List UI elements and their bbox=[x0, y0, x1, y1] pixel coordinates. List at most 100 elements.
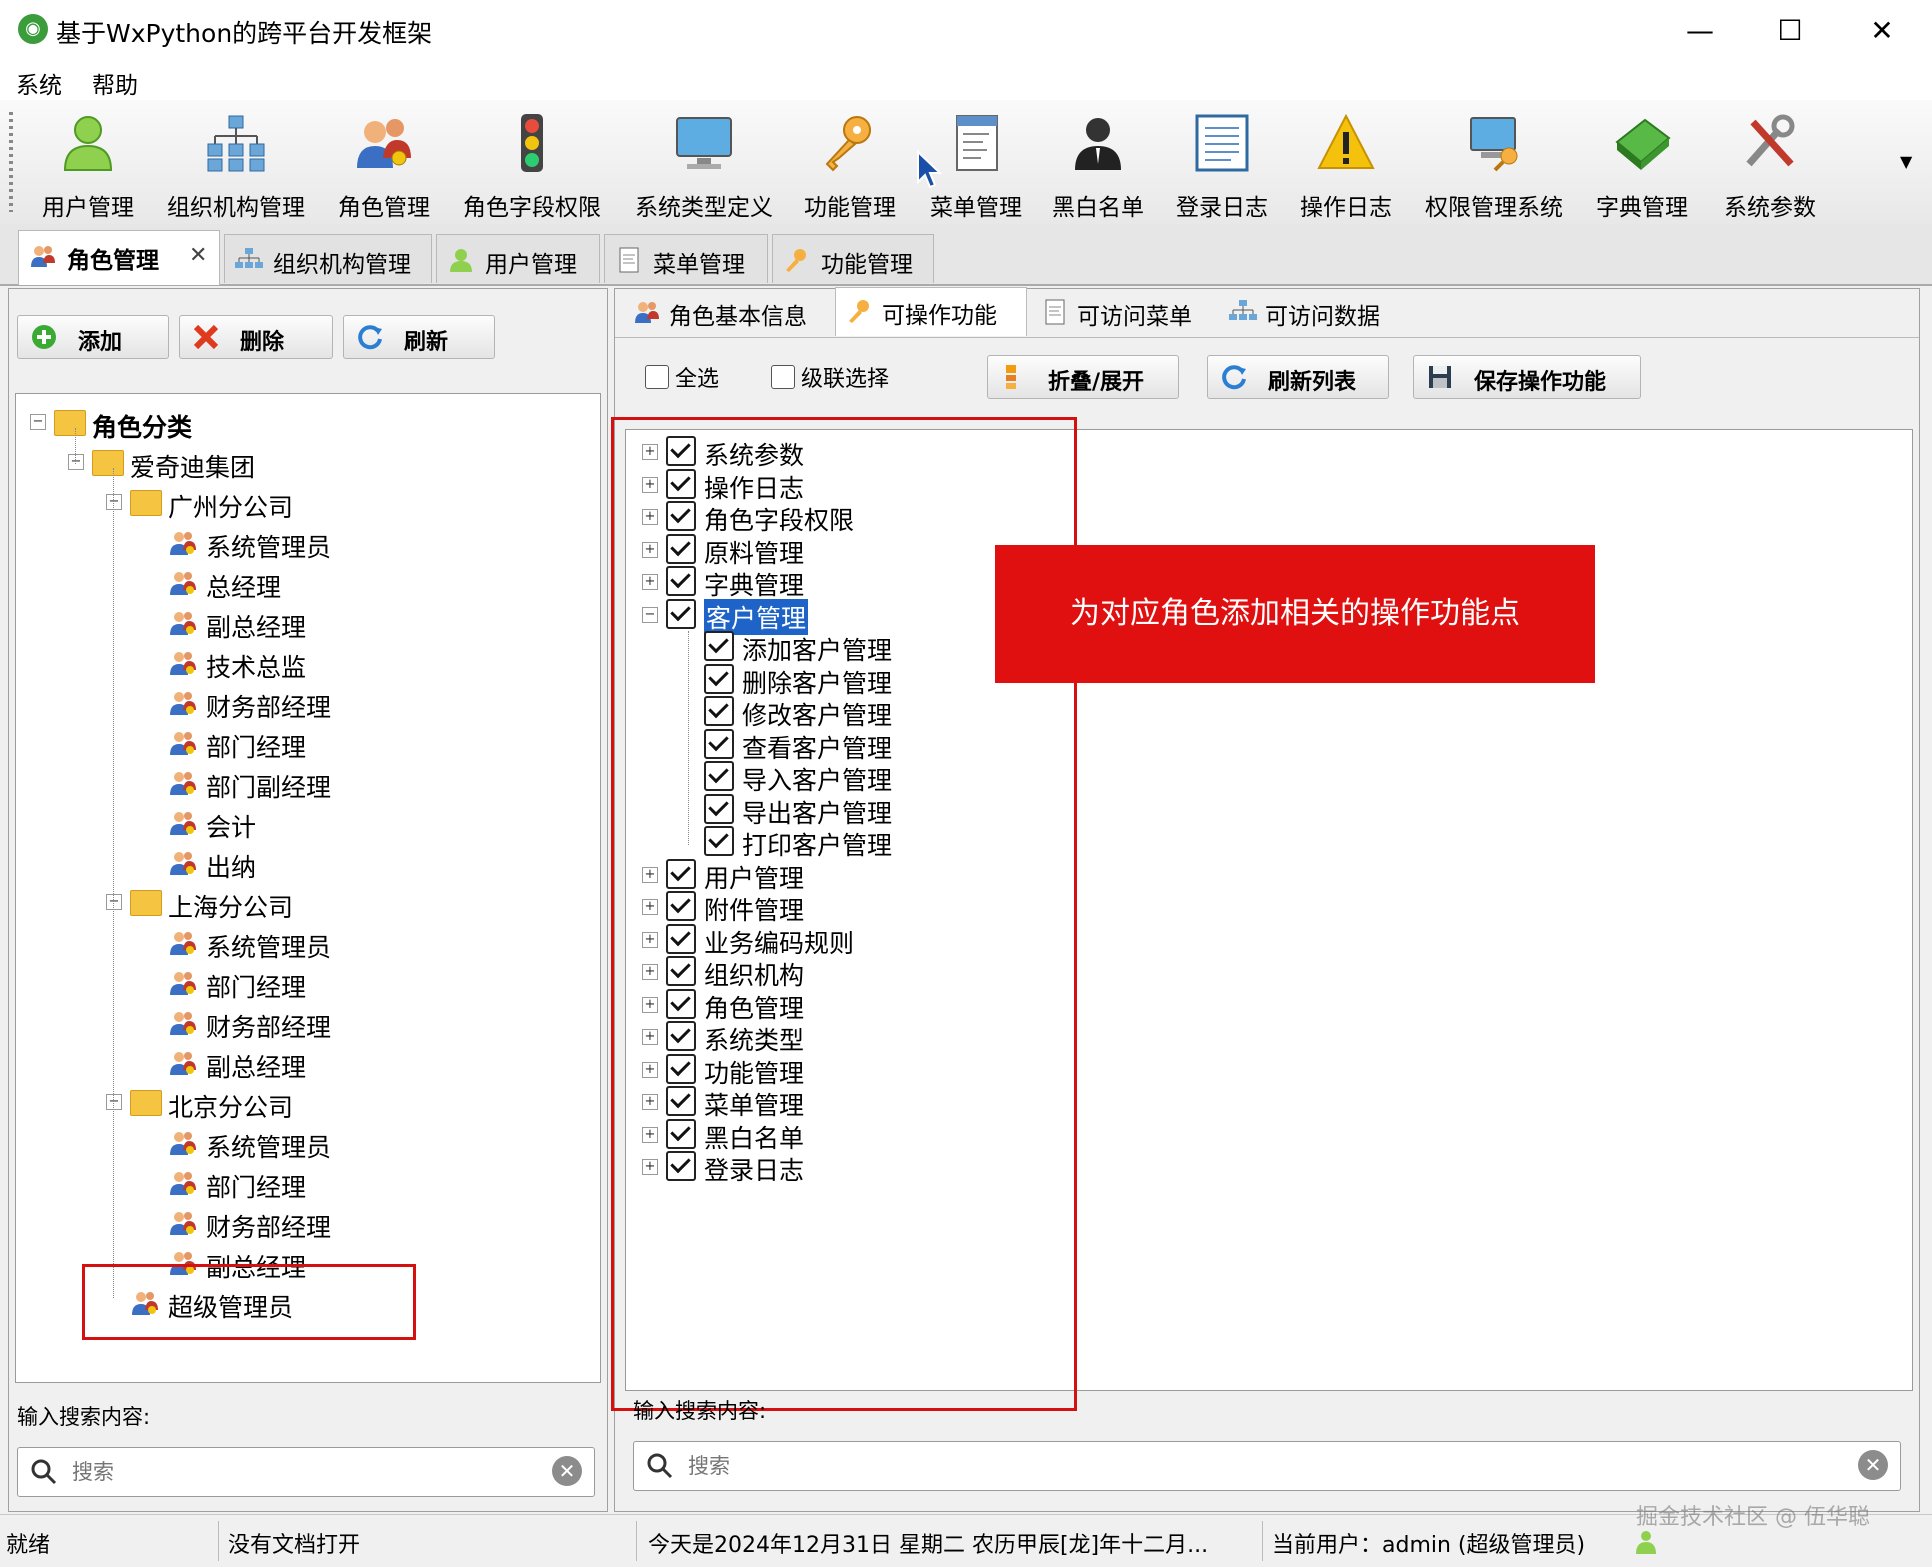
toolbar-dictionary-button[interactable]: 字典管理 bbox=[1584, 106, 1700, 221]
toolbar-oplog-button[interactable]: 操作日志 bbox=[1288, 106, 1404, 221]
role-icon bbox=[170, 612, 196, 635]
toolbar-systype-button[interactable]: 系统类型定义 bbox=[628, 106, 780, 221]
role-icon bbox=[170, 1052, 196, 1075]
tree-node[interactable]: 副总经理 bbox=[16, 604, 600, 644]
tree-node[interactable]: − 上海分公司 bbox=[16, 884, 600, 924]
person-dark-icon bbox=[1075, 118, 1121, 170]
tab-org-management[interactable]: 组织机构管理 bbox=[224, 234, 432, 283]
toolbar-grip[interactable] bbox=[9, 112, 13, 212]
select-all-checkbox[interactable] bbox=[645, 365, 669, 389]
tree-expander-icon[interactable]: − bbox=[68, 454, 84, 470]
tree-node-label: 财务部经理 bbox=[206, 1213, 332, 1242]
left-search-input[interactable] bbox=[70, 1456, 478, 1488]
tree-node[interactable]: − 北京分公司 bbox=[16, 1084, 600, 1124]
toolbar-org-button[interactable]: 组织机构管理 bbox=[160, 106, 312, 221]
toolbar-function-button[interactable]: 功能管理 bbox=[792, 106, 908, 221]
role-tree[interactable]: − 角色分类 − 爱奇迪集团 − 广州分公司 系统管理员 总经理 副总经理 技术总监 财务部经理 部门… bbox=[15, 393, 601, 1383]
tree-guide-line bbox=[113, 468, 114, 1298]
tree-node[interactable]: 部门经理 bbox=[16, 964, 600, 1004]
user-icon bbox=[1636, 1531, 1656, 1554]
tree-node[interactable]: 系统管理员 bbox=[16, 924, 600, 964]
subtab-label: 可操作功能 bbox=[882, 303, 997, 329]
tree-node[interactable]: 财务部经理 bbox=[16, 684, 600, 724]
toolbar-blacklist-button[interactable]: 黑白名单 bbox=[1040, 106, 1156, 221]
tree-node[interactable]: 总经理 bbox=[16, 564, 600, 604]
tab-close-icon[interactable]: ✕ bbox=[189, 243, 207, 268]
tree-node[interactable]: 部门经理 bbox=[16, 724, 600, 764]
toolbar-role-button[interactable]: 角色管理 bbox=[326, 106, 442, 221]
toolbar-loginlog-button[interactable]: 登录日志 bbox=[1164, 106, 1280, 221]
tree-node[interactable]: 系统管理员 bbox=[16, 1124, 600, 1164]
collapse-expand-button[interactable]: 折叠/展开 bbox=[987, 355, 1179, 399]
tab-user-management[interactable]: 用户管理 bbox=[436, 234, 600, 283]
maximize-button[interactable]: ☐ bbox=[1746, 6, 1834, 56]
tree-node-label: 系统管理员 bbox=[206, 1133, 332, 1162]
org-chart-icon bbox=[1229, 300, 1257, 320]
tree-node[interactable]: 部门副经理 bbox=[16, 764, 600, 804]
tree-expander-icon[interactable]: − bbox=[106, 1094, 122, 1110]
tab-accessible-menus[interactable]: 可访问菜单 bbox=[1031, 289, 1211, 335]
tab-role-management[interactable]: 角色管理 ✕ bbox=[18, 230, 220, 285]
refresh-button[interactable]: 刷新 bbox=[343, 315, 495, 359]
tree-guide-line bbox=[75, 428, 76, 464]
tree-node-label: 北京分公司 bbox=[168, 1093, 294, 1122]
tree-node[interactable]: 出纳 bbox=[16, 844, 600, 884]
tab-accessible-data[interactable]: 可访问数据 bbox=[1219, 289, 1399, 335]
close-button[interactable]: ✕ bbox=[1838, 6, 1926, 56]
toolbar-org-label: 组织机构管理 bbox=[167, 195, 305, 221]
tree-node[interactable]: 副总经理 bbox=[16, 1044, 600, 1084]
clear-search-icon[interactable]: ✕ bbox=[1858, 1450, 1888, 1480]
menu-doc-icon bbox=[619, 247, 639, 273]
tab-role-basic-info[interactable]: 角色基本信息 bbox=[623, 289, 829, 335]
tree-node[interactable]: − 爱奇迪集团 bbox=[16, 444, 600, 484]
role-icon bbox=[170, 972, 196, 995]
tree-node[interactable]: 部门经理 bbox=[16, 1164, 600, 1204]
tree-node[interactable]: 会计 bbox=[16, 804, 600, 844]
tree-expander-icon[interactable]: − bbox=[30, 414, 46, 430]
tree-expander-icon[interactable]: − bbox=[106, 494, 122, 510]
toolbar-permission-label: 权限管理系统 bbox=[1425, 195, 1563, 221]
toolbar-overflow-icon[interactable]: ▼ bbox=[1900, 152, 1912, 171]
right-search-box: ✕ bbox=[633, 1441, 1901, 1491]
toolbar-user-button[interactable]: 用户管理 bbox=[30, 106, 146, 221]
menu-help[interactable]: 帮助 bbox=[92, 66, 138, 100]
function-panel: 角色基本信息 可操作功能 可访问菜单 可访问数据 全选 级联选择 折叠/展开 刷… bbox=[611, 287, 1920, 1512]
app-icon: ◉ bbox=[18, 14, 48, 44]
function-subtabs: 角色基本信息 可操作功能 可访问菜单 可访问数据 bbox=[615, 287, 1919, 338]
tree-node-label: 系统管理员 bbox=[206, 533, 332, 562]
toolbar-sysparam-button[interactable]: 系统参数 bbox=[1712, 106, 1828, 221]
tab-menu-management[interactable]: 菜单管理 bbox=[604, 234, 768, 283]
save-functions-button[interactable]: 保存操作功能 bbox=[1413, 355, 1641, 399]
menu-system[interactable]: 系统 bbox=[16, 66, 62, 100]
tab-function-management[interactable]: 功能管理 bbox=[772, 234, 934, 283]
refresh-button-label: 刷新 bbox=[404, 330, 449, 355]
tree-node[interactable]: 系统管理员 bbox=[16, 524, 600, 564]
toolbar-role-label: 角色管理 bbox=[338, 195, 430, 221]
minimize-button[interactable]: — bbox=[1656, 6, 1744, 56]
tree-node-label: 系统管理员 bbox=[206, 933, 332, 962]
status-separator bbox=[636, 1521, 637, 1561]
tree-node[interactable]: − 广州分公司 bbox=[16, 484, 600, 524]
tree-node[interactable]: 技术总监 bbox=[16, 644, 600, 684]
cascade-checkbox[interactable] bbox=[771, 365, 795, 389]
mouse-cursor-icon bbox=[917, 150, 942, 189]
tools-icon bbox=[1746, 114, 1795, 167]
main-toolbar: 用户管理 组织机构管理 角色管理 角色字段权限 系统类型定义 功能管理 菜单管理… bbox=[0, 100, 1932, 225]
tab-label: 功能管理 bbox=[821, 252, 913, 278]
delete-button[interactable]: 删除 bbox=[179, 315, 333, 359]
refresh-list-button[interactable]: 刷新列表 bbox=[1207, 355, 1389, 399]
tree-node[interactable]: − 角色分类 bbox=[16, 404, 600, 444]
user-icon bbox=[450, 249, 472, 272]
tree-node[interactable]: 财务部经理 bbox=[16, 1204, 600, 1244]
role-icon bbox=[170, 1172, 196, 1195]
tree-expander-icon[interactable]: − bbox=[106, 894, 122, 910]
clear-search-icon[interactable]: ✕ bbox=[552, 1456, 582, 1486]
tree-node[interactable]: 财务部经理 bbox=[16, 1004, 600, 1044]
search-icon bbox=[31, 1459, 57, 1485]
toolbar-permission-button[interactable]: 权限管理系统 bbox=[1418, 106, 1570, 221]
toolbar-role-field-button[interactable]: 角色字段权限 bbox=[456, 106, 608, 221]
add-button[interactable]: 添加 bbox=[17, 315, 169, 359]
status-document: 没有文档打开 bbox=[228, 1533, 361, 1558]
right-search-input[interactable] bbox=[686, 1450, 1577, 1482]
tab-operable-functions[interactable]: 可操作功能 bbox=[835, 287, 1027, 336]
